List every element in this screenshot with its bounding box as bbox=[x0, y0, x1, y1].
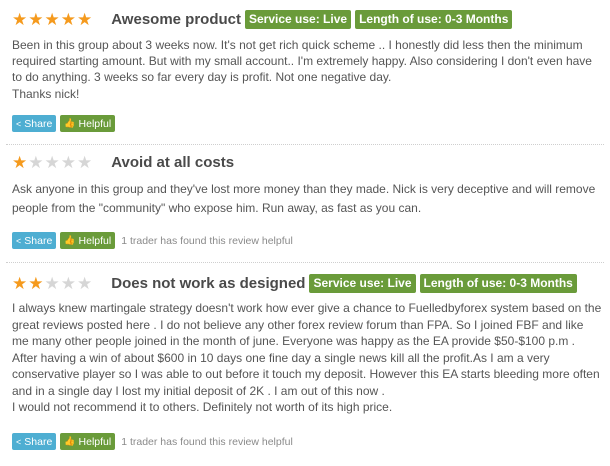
length-of-use-badge: Length of use: 0-3 Months bbox=[355, 9, 513, 29]
review-paragraph: Ask anyone in this group and they've los… bbox=[12, 182, 596, 215]
review-header: ★ ★ ★ ★ ★ Does not work as designed Serv… bbox=[12, 273, 577, 293]
review-title: Does not work as designed bbox=[111, 274, 306, 292]
review-divider bbox=[6, 262, 604, 263]
star-icon: ★ bbox=[28, 9, 44, 29]
review-body: Ask anyone in this group and they've los… bbox=[12, 180, 602, 218]
share-label: Share bbox=[24, 435, 53, 448]
review-paragraph: Been in this group about 3 weeks now. It… bbox=[12, 38, 592, 85]
rating-stars: ★ ★ ★ ★ ★ bbox=[12, 275, 93, 292]
review-divider bbox=[6, 144, 604, 145]
star-icon: ★ bbox=[44, 9, 60, 29]
star-icon: ★ bbox=[60, 273, 76, 293]
review-paragraph: I would not recommend it to others. Defi… bbox=[12, 400, 393, 414]
rating-stars: ★ ★ ★ ★ ★ bbox=[12, 11, 93, 28]
helpful-label: Helpful bbox=[78, 234, 112, 247]
star-icon: ★ bbox=[77, 273, 93, 293]
service-use-badge: Service use: Live bbox=[309, 273, 416, 293]
rating-stars: ★ ★ ★ ★ ★ bbox=[12, 154, 93, 171]
star-icon: ★ bbox=[28, 152, 44, 172]
review-header: ★ ★ ★ ★ ★ Avoid at all costs bbox=[12, 152, 234, 172]
thumbs-up-icon: 👍 bbox=[64, 235, 76, 245]
review-paragraph: I always knew martingale strategy doesn'… bbox=[12, 301, 602, 398]
star-icon: ★ bbox=[12, 273, 28, 293]
helpful-button[interactable]: 👍 Helpful bbox=[60, 433, 116, 450]
star-icon: ★ bbox=[77, 9, 93, 29]
star-icon: ★ bbox=[12, 152, 28, 172]
share-button[interactable]: < Share bbox=[12, 433, 57, 450]
length-of-use-badge: Length of use: 0-3 Months bbox=[419, 273, 577, 293]
review-body: I always knew martingale strategy doesn'… bbox=[12, 300, 602, 416]
star-icon: ★ bbox=[28, 273, 44, 293]
thumbs-up-icon: 👍 bbox=[64, 118, 76, 128]
share-icon: < bbox=[16, 436, 22, 447]
share-button[interactable]: < Share bbox=[12, 115, 57, 132]
thumbs-up-icon: 👍 bbox=[64, 436, 76, 446]
review-header: ★ ★ ★ ★ ★ Awesome product Service use: L… bbox=[12, 9, 513, 29]
review-title: Awesome product bbox=[111, 10, 241, 28]
star-icon: ★ bbox=[60, 152, 76, 172]
star-icon: ★ bbox=[44, 152, 60, 172]
share-icon: < bbox=[16, 235, 22, 246]
helpful-count-text: 1 trader has found this review helpful bbox=[121, 234, 293, 247]
helpful-button[interactable]: 👍 Helpful bbox=[60, 115, 116, 132]
share-icon: < bbox=[16, 118, 22, 129]
review-actions: < Share 👍 Helpful 1 trader has found thi… bbox=[12, 433, 293, 450]
helpful-label: Helpful bbox=[78, 435, 112, 448]
review-body: Been in this group about 3 weeks now. It… bbox=[12, 37, 602, 102]
helpful-count-text: 1 trader has found this review helpful bbox=[121, 435, 293, 448]
review-paragraph: Thanks nick! bbox=[12, 86, 80, 101]
star-icon: ★ bbox=[44, 273, 60, 293]
review-actions: < Share 👍 Helpful 1 trader has found thi… bbox=[12, 232, 293, 249]
star-icon: ★ bbox=[77, 152, 93, 172]
star-icon: ★ bbox=[60, 9, 76, 29]
star-icon: ★ bbox=[12, 9, 28, 29]
review-title: Avoid at all costs bbox=[111, 153, 235, 171]
helpful-label: Helpful bbox=[78, 117, 112, 130]
share-label: Share bbox=[24, 117, 53, 130]
share-button[interactable]: < Share bbox=[12, 232, 57, 249]
helpful-button[interactable]: 👍 Helpful bbox=[60, 232, 116, 249]
review-actions: < Share 👍 Helpful bbox=[12, 115, 119, 132]
service-use-badge: Service use: Live bbox=[245, 9, 352, 29]
share-label: Share bbox=[24, 234, 53, 247]
